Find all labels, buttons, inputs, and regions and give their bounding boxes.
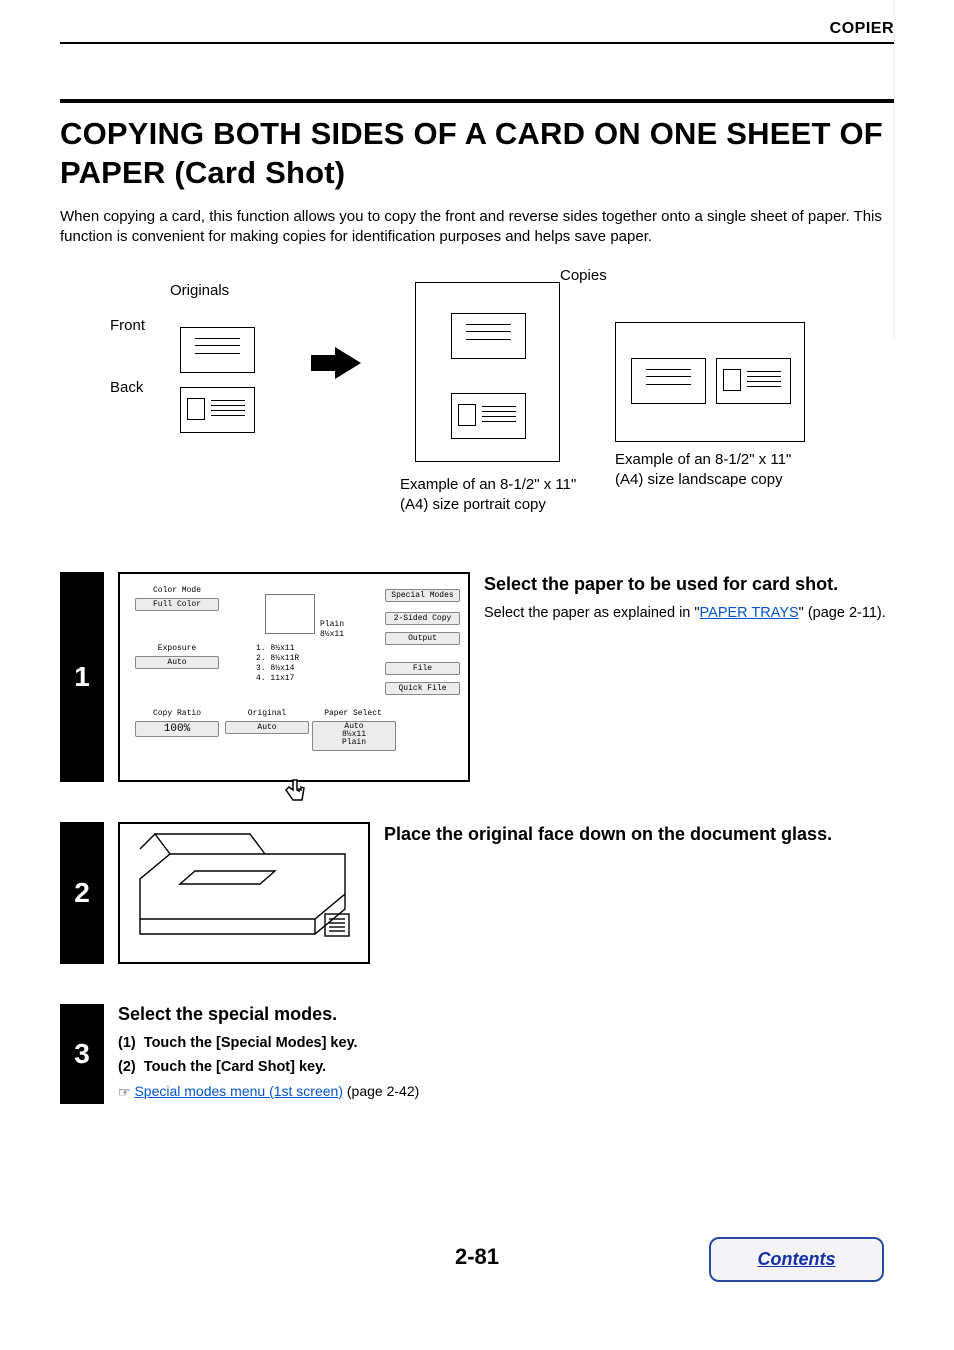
card-front-icon [180, 327, 255, 373]
panel-full-color: Full Color [135, 598, 219, 611]
step-3: 3 Select the special modes. (1) Touch th… [60, 1004, 894, 1104]
step3-reference: ☞ Special modes menu (1st screen) (page … [118, 1083, 894, 1100]
panel-copy-ratio: 100% [135, 721, 219, 737]
side-tab [894, 0, 954, 340]
intro-text: When copying a card, this function allow… [60, 207, 894, 248]
step-number: 3 [60, 1004, 104, 1104]
copier-panel-screenshot: Color Mode Full Color Exposure Auto Copy… [119, 573, 469, 781]
scanner-glass-icon [119, 823, 369, 963]
panel-quick-file: Quick File [385, 682, 460, 695]
arrow-icon [335, 347, 361, 379]
header-bar: COPIER [60, 20, 894, 44]
contents-button[interactable]: Contents [709, 1237, 884, 1282]
section-label: COPIER [60, 20, 894, 38]
landscape-caption: Example of an 8-1/2" x 11" (A4) size lan… [615, 450, 815, 489]
step-2: 2 Place [60, 822, 894, 964]
touch-hand-icon [279, 777, 309, 810]
page-title: COPYING BOTH SIDES OF A CARD ON ONE SHEE… [60, 99, 894, 193]
pointer-icon: ☞ [118, 1084, 131, 1101]
portrait-copy-icon [415, 282, 560, 462]
card-shot-illustration: Originals Front Back Example of an 8-1/2… [60, 272, 894, 532]
copies-label: Copies [560, 267, 607, 284]
step3-title: Select the special modes. [118, 1004, 894, 1025]
panel-2sided: 2-Sided Copy [385, 612, 460, 625]
originals-label: Originals [170, 282, 229, 299]
panel-file: File [385, 662, 460, 675]
panel-output: Output [385, 632, 460, 645]
step3-substep-1: (1) Touch the [Special Modes] key. [118, 1035, 894, 1051]
step3-substep-2: (2) Touch the [Card Shot] key. [118, 1059, 894, 1075]
step-number: 2 [60, 822, 104, 964]
step1-text: Select the paper as explained in "PAPER … [484, 603, 894, 623]
printer-icon [265, 594, 315, 634]
panel-special-modes: Special Modes [385, 589, 460, 602]
card-back-icon [180, 387, 255, 433]
step1-title: Select the paper to be used for card sho… [484, 574, 894, 595]
panel-original-auto: Auto [225, 721, 309, 734]
back-label: Back [110, 379, 143, 396]
step2-title: Place the original face down on the docu… [384, 824, 894, 845]
front-label: Front [110, 317, 145, 334]
panel-exposure-auto: Auto [135, 656, 219, 669]
panel-paper-select: Auto 8½x11 Plain [312, 721, 396, 751]
paper-trays-link[interactable]: PAPER TRAYS [700, 605, 799, 621]
landscape-copy-icon [615, 322, 805, 442]
step-1: 1 Color Mode Full Color Exposure Auto Co… [60, 572, 894, 782]
special-modes-link[interactable]: Special modes menu (1st screen) [134, 1083, 343, 1099]
portrait-caption: Example of an 8-1/2" x 11" (A4) size por… [400, 475, 585, 514]
step-number: 1 [60, 572, 104, 782]
